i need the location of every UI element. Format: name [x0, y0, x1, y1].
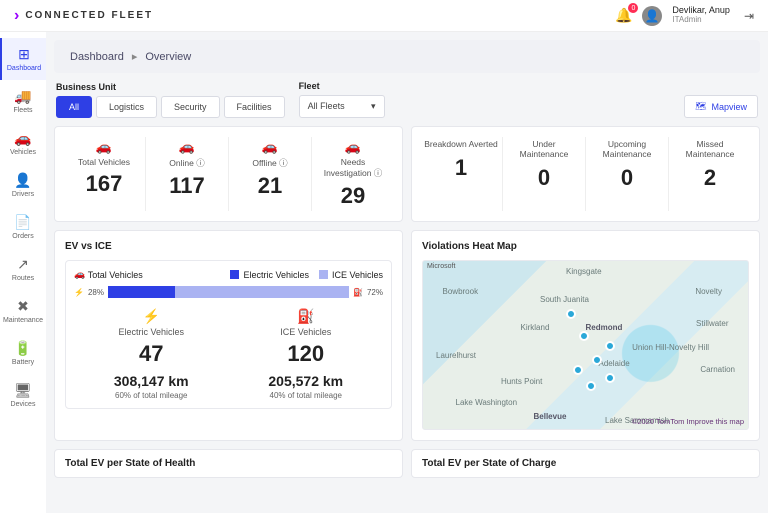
sidebar-item-routes[interactable]: ↗Routes [0, 248, 46, 290]
fuel-icon: ⛽ [229, 308, 384, 325]
breadcrumb-root[interactable]: Dashboard [70, 51, 124, 63]
orders-icon: 📄 [14, 214, 31, 231]
fleets-icon: 🚚 [14, 88, 31, 105]
kpi-needs-investigation: 🚗Needs Investigation ⓘ29 [312, 137, 394, 211]
kpi-missed-maintenance: Missed Maintenance2 [669, 137, 751, 211]
map-icon: 🗺 [695, 101, 706, 112]
bu-option-security[interactable]: Security [161, 96, 220, 118]
sidebar-item-battery[interactable]: 🔋Battery [0, 332, 46, 374]
battery-icon: 🔋 [14, 340, 31, 357]
map-point[interactable] [566, 309, 576, 319]
bu-option-logistics[interactable]: Logistics [96, 96, 157, 118]
app-logo[interactable]: › CONNECTED FLEET [14, 7, 153, 25]
legend-ev: Electric Vehicles [230, 270, 309, 280]
user-role: ITAdmin [672, 16, 730, 25]
filter-bar: Business Unit All Logistics Security Fac… [54, 81, 760, 118]
kpi-total-vehicles: 🚗Total Vehicles167 [63, 137, 146, 211]
swatch-ice [319, 270, 328, 279]
sidebar-item-drivers[interactable]: 👤Drivers [0, 164, 46, 206]
violations-heatmap-panel: Violations Heat Map Microsoft Kingsgate … [411, 230, 760, 441]
routes-icon: ↗ [17, 256, 29, 273]
vehicles-icon: 🚗 [14, 130, 31, 147]
ice-col: ⛽ ICE Vehicles 120 205,572 km 40% of tot… [229, 308, 384, 400]
app-title: CONNECTED FLEET [25, 10, 153, 21]
map-point[interactable] [605, 341, 615, 351]
car-icon: 🚗 [316, 139, 390, 155]
car-icon: 🚗 [233, 139, 307, 155]
user-info: Devlikar, Anup ITAdmin [672, 6, 730, 25]
bu-option-all[interactable]: All [56, 96, 92, 118]
kpi-under-maintenance: Under Maintenance0 [503, 137, 586, 211]
bu-label: Business Unit [56, 82, 285, 92]
dashboard-icon: ⊞ [18, 46, 30, 63]
bu-option-facilities[interactable]: Facilities [224, 96, 285, 118]
sidebar-item-vehicles[interactable]: 🚗Vehicles [0, 122, 46, 164]
bolt-icon: ⚡ [74, 308, 229, 325]
fleet-select[interactable]: All Fleets ▾ [299, 95, 385, 118]
maintenance-icon: ✖ [17, 298, 29, 315]
drivers-icon: 👤 [14, 172, 31, 189]
legend-ice: ICE Vehicles [319, 270, 383, 280]
panel-ev-state-of-health: Total EV per State of Health [54, 449, 403, 478]
panel-ev-state-of-charge: Total EV per State of Charge [411, 449, 760, 478]
sidebar-item-dashboard[interactable]: ⊞Dashboard [0, 38, 46, 80]
sidebar: ⊞Dashboard 🚚Fleets 🚗Vehicles 👤Drivers 📄O… [0, 32, 46, 513]
kpi-online: 🚗Online ⓘ117 [146, 137, 229, 211]
avatar[interactable]: 👤 [642, 6, 662, 26]
breadcrumb: Dashboard ▸ Overview [54, 40, 760, 73]
kpi-strip-left: 🚗Total Vehicles167 🚗Online ⓘ117 🚗Offline… [54, 126, 403, 222]
car-icon: 🚗 [67, 139, 141, 155]
map-provider: Microsoft [427, 263, 455, 270]
map-point[interactable] [579, 331, 589, 341]
chevron-right-icon: ▸ [132, 50, 138, 63]
mapview-button[interactable]: 🗺 Mapview [684, 95, 758, 118]
car-icon: 🚗 [74, 269, 85, 280]
breadcrumb-current: Overview [145, 51, 191, 63]
map-point[interactable] [592, 355, 602, 365]
kpi-breakdown-averted: Breakdown Averted1 [420, 137, 503, 211]
sidebar-item-orders[interactable]: 📄Orders [0, 206, 46, 248]
chevron-down-icon: ▾ [371, 101, 376, 112]
kpi-offline: 🚗Offline ⓘ21 [229, 137, 312, 211]
ev-col: ⚡ Electric Vehicles 47 308,147 km 60% of… [74, 308, 229, 400]
sidebar-item-maintenance[interactable]: ✖Maintenance [0, 290, 46, 332]
evice-bar: ⚡28% ⛽72% [74, 286, 383, 298]
panel-title: EV vs ICE [65, 241, 392, 252]
map-point[interactable] [573, 365, 583, 375]
sidebar-item-fleets[interactable]: 🚚Fleets [0, 80, 46, 122]
sidebar-item-devices[interactable]: 🖥Devices [0, 374, 46, 416]
bu-segmented: All Logistics Security Facilities [56, 96, 285, 118]
violations-heatmap[interactable]: Microsoft Kingsgate South Juanita Novelt… [422, 260, 749, 430]
map-point[interactable] [586, 381, 596, 391]
bolt-icon: ⚡ [74, 288, 84, 297]
car-icon: 🚗 [150, 139, 224, 155]
topbar: › CONNECTED FLEET 🔔 0 👤 Devlikar, Anup I… [0, 0, 768, 32]
map-copyright[interactable]: ©2020 TomTom Improve this map [632, 417, 744, 426]
logout-icon[interactable]: ⇥ [744, 9, 754, 23]
logo-chevron-icon: › [14, 7, 19, 25]
notifications-badge: 0 [628, 3, 638, 13]
panel-title: Violations Heat Map [422, 241, 749, 252]
ev-vs-ice-panel: EV vs ICE 🚗 Total Vehicles Electric Vehi… [54, 230, 403, 441]
map-point[interactable] [605, 373, 615, 383]
notifications-button[interactable]: 🔔 0 [615, 7, 632, 24]
kpi-strip-right: Breakdown Averted1 Under Maintenance0 Up… [411, 126, 760, 222]
fuel-icon: ⛽ [353, 288, 363, 297]
kpi-upcoming-maintenance: Upcoming Maintenance0 [586, 137, 669, 211]
devices-icon: 🖥 [14, 382, 32, 399]
fleet-label: Fleet [299, 81, 385, 91]
swatch-ev [230, 270, 239, 279]
